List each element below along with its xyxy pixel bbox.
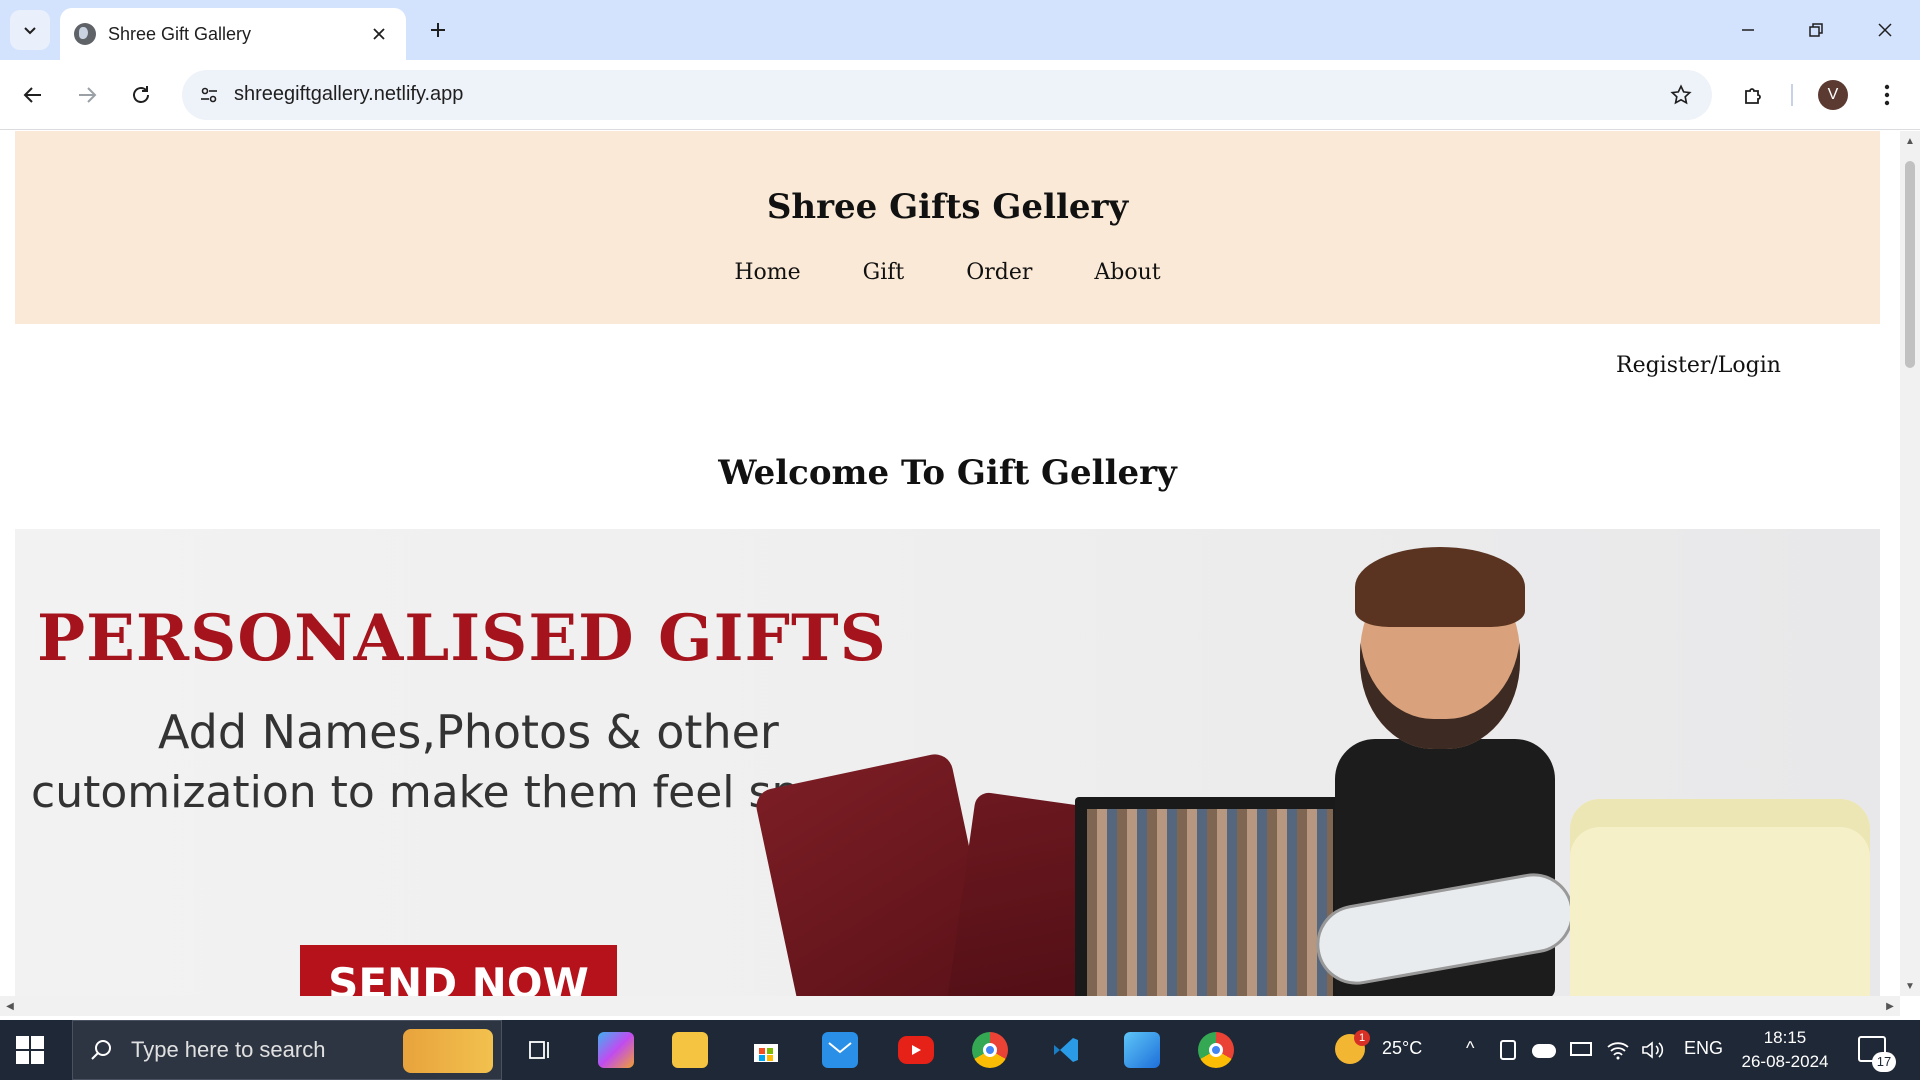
plus-icon xyxy=(431,23,445,37)
nav-about[interactable]: About xyxy=(1094,260,1160,285)
file-explorer-icon[interactable] xyxy=(672,1032,708,1068)
arrow-left-icon xyxy=(23,87,41,103)
photos-icon[interactable] xyxy=(1124,1032,1160,1068)
reload-button[interactable] xyxy=(124,78,158,112)
site-header: Shree Gifts Gellery Home Gift Order Abou… xyxy=(15,131,1880,324)
extensions-button[interactable] xyxy=(1736,78,1770,112)
chevron-down-icon xyxy=(24,27,36,35)
windows-taskbar: Type here to search 1 25°C ^ ENG 18:15 2… xyxy=(0,1020,1920,1080)
mail-icon[interactable] xyxy=(822,1032,858,1068)
new-tab-button[interactable] xyxy=(422,14,454,46)
address-bar[interactable]: shreegiftgallery.netlify.app xyxy=(182,70,1712,120)
photo-cake-illustration xyxy=(1570,799,1870,996)
tab-title: Shree Gift Gallery xyxy=(108,23,252,44)
restore-icon xyxy=(1809,23,1823,37)
more-vertical-icon xyxy=(1884,84,1890,106)
onedrive-icon[interactable] xyxy=(1532,1044,1556,1058)
system-clock[interactable]: 18:15 26-08-2024 xyxy=(1730,1026,1840,1074)
meet-now-icon[interactable] xyxy=(1500,1040,1516,1060)
hero-banner: PERSONALISED GIFTS Add Names,Photos & ot… xyxy=(15,529,1880,996)
taskbar-search[interactable]: Type here to search xyxy=(72,1020,502,1080)
arrow-right-icon xyxy=(79,87,97,103)
banner-headline: PERSONALISED GIFTS xyxy=(37,601,887,676)
vertical-scrollbar[interactable]: ▲ ▼ xyxy=(1900,131,1920,996)
tab-close-button[interactable] xyxy=(366,21,392,47)
chrome-icon-2[interactable] xyxy=(1198,1032,1234,1068)
chevron-up-icon[interactable]: ^ xyxy=(1466,1038,1474,1059)
back-button[interactable] xyxy=(16,78,50,112)
nav-order[interactable]: Order xyxy=(966,260,1032,285)
restore-button[interactable] xyxy=(1793,10,1839,50)
close-window-button[interactable] xyxy=(1862,10,1908,50)
page-viewport: Shree Gifts Gellery Home Gift Order Abou… xyxy=(0,131,1900,996)
scroll-up-arrow[interactable]: ▲ xyxy=(1900,131,1920,151)
globe-icon xyxy=(74,23,96,45)
browser-menu-button[interactable] xyxy=(1870,78,1904,112)
browser-toolbar: shreegiftgallery.netlify.app V xyxy=(0,60,1920,130)
wifi-icon[interactable] xyxy=(1606,1038,1630,1062)
search-highlight-image xyxy=(403,1029,493,1073)
star-icon xyxy=(1670,84,1692,105)
close-icon xyxy=(373,28,385,40)
volume-icon[interactable] xyxy=(1640,1038,1664,1062)
input-language[interactable]: ENG xyxy=(1684,1038,1723,1059)
bookmark-star-button[interactable] xyxy=(1668,82,1694,108)
scroll-down-arrow[interactable]: ▼ xyxy=(1900,976,1920,996)
copilot-icon[interactable] xyxy=(598,1032,634,1068)
photo-frame-illustration xyxy=(1075,797,1345,996)
youtube-icon[interactable] xyxy=(898,1036,934,1064)
task-view-icon[interactable] xyxy=(522,1032,558,1068)
weather-badge: 1 xyxy=(1354,1030,1370,1046)
register-login-link[interactable]: Register/Login xyxy=(1616,353,1781,378)
profile-avatar[interactable]: V xyxy=(1818,80,1848,110)
microsoft-store-icon[interactable] xyxy=(748,1032,784,1068)
horizontal-scrollbar[interactable]: ◀ ▶ xyxy=(0,996,1900,1016)
vscode-icon[interactable] xyxy=(1048,1032,1084,1068)
active-tab[interactable]: Shree Gift Gallery xyxy=(60,8,406,60)
minimize-icon xyxy=(1742,29,1754,31)
send-now-button[interactable]: SEND NOW xyxy=(300,945,617,996)
close-icon xyxy=(1878,23,1892,37)
tab-search-button[interactable] xyxy=(10,10,50,50)
nav-home[interactable]: Home xyxy=(734,260,800,285)
nav-gift[interactable]: Gift xyxy=(863,260,905,285)
welcome-heading: Welcome To Gift Gellery xyxy=(718,453,1177,493)
toolbar-separator xyxy=(1791,84,1793,106)
browser-tab-bar: Shree Gift Gallery xyxy=(0,0,1920,60)
main-nav: Home Gift Order About xyxy=(15,260,1880,285)
notification-count: 17 xyxy=(1872,1052,1896,1072)
puzzle-icon xyxy=(1745,88,1761,104)
minimize-button[interactable] xyxy=(1725,10,1771,50)
reload-icon xyxy=(133,86,149,103)
search-icon xyxy=(91,1040,111,1060)
scroll-left-arrow[interactable]: ◀ xyxy=(0,996,20,1016)
windows-start-icon[interactable] xyxy=(14,1034,46,1066)
battery-icon[interactable] xyxy=(1570,1042,1592,1056)
forward-button[interactable] xyxy=(70,78,104,112)
site-title: Shree Gifts Gellery xyxy=(766,187,1129,227)
chrome-icon[interactable] xyxy=(972,1032,1008,1068)
vertical-scroll-thumb[interactable] xyxy=(1905,161,1915,368)
search-placeholder: Type here to search xyxy=(131,1037,326,1062)
weather-temperature[interactable]: 25°C xyxy=(1382,1038,1422,1059)
scroll-right-arrow[interactable]: ▶ xyxy=(1880,996,1900,1016)
clock-date: 26-08-2024 xyxy=(1741,1052,1829,1071)
clock-time: 18:15 xyxy=(1763,1028,1807,1047)
url-text[interactable]: shreegiftgallery.netlify.app xyxy=(234,83,463,106)
caricature-hair xyxy=(1355,547,1525,627)
banner-line-1: Add Names,Photos & other xyxy=(158,705,779,759)
site-settings-icon[interactable] xyxy=(196,82,222,108)
